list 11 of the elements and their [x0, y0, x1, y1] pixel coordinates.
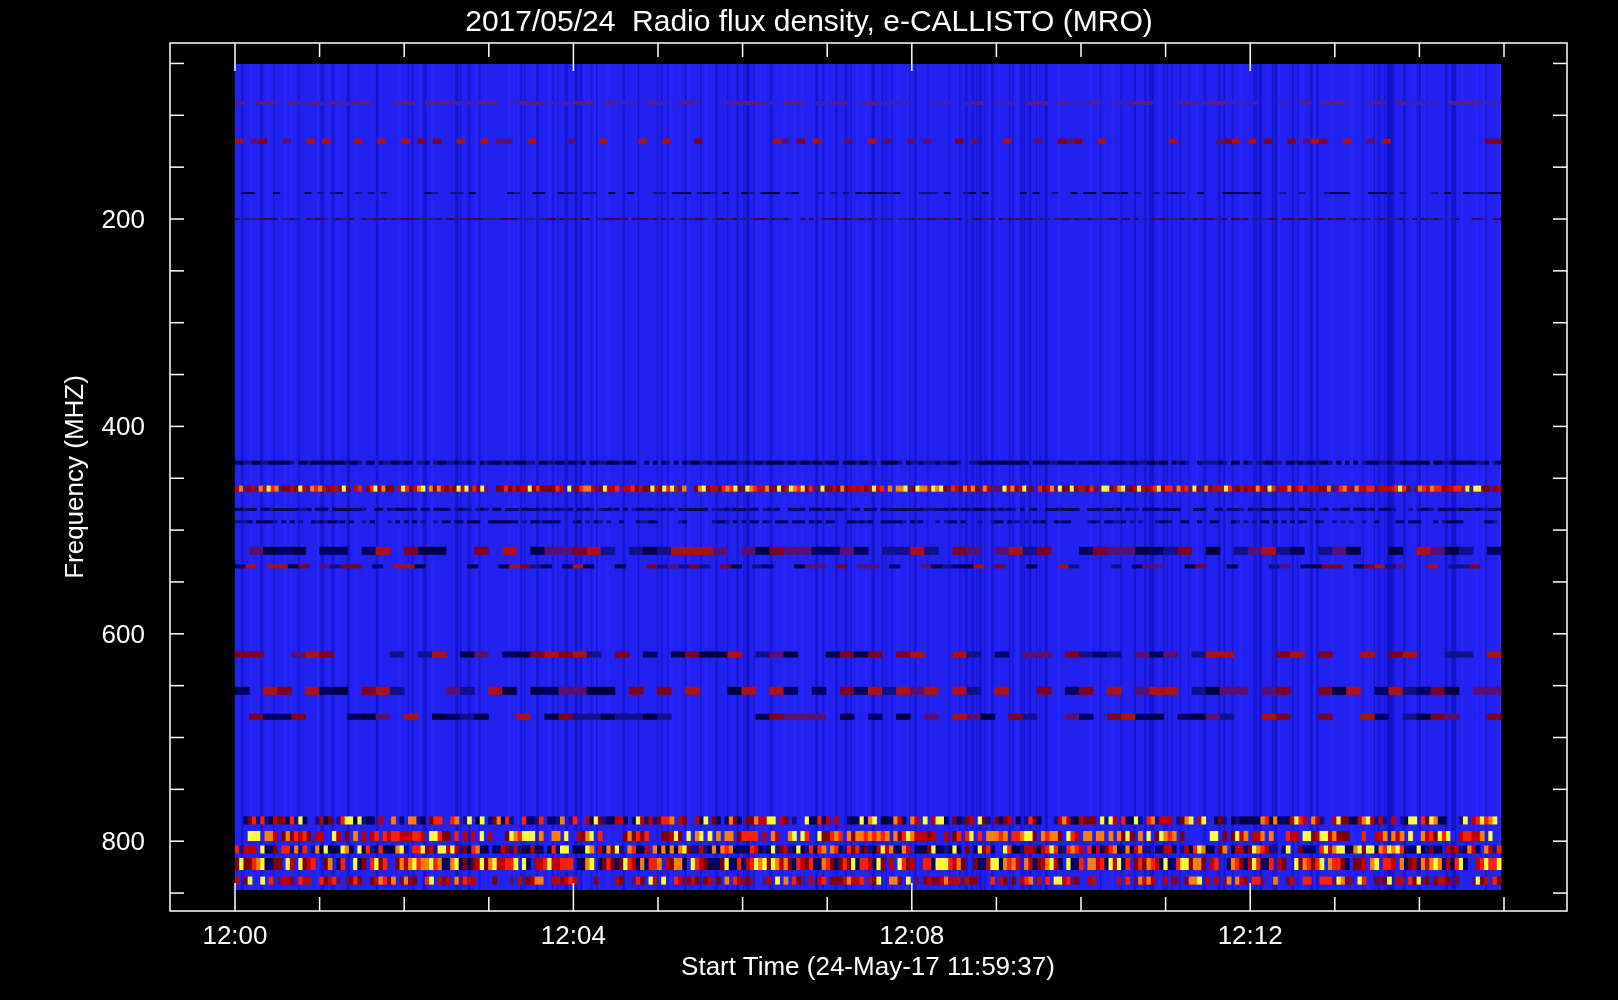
y-tick-label: 600 [101, 618, 145, 649]
x-tick-label: 12:04 [540, 920, 606, 950]
x-tick-label: 12:12 [1217, 920, 1283, 950]
x-tick-label: 12:00 [202, 920, 268, 950]
x-axis-label: Start Time (24-May-17 11:59:37) [681, 951, 1055, 981]
y-tick-label: 200 [101, 204, 145, 234]
chart-title: 2017/05/24 Radio flux density, e-CALLISTO (MRO) [465, 4, 1153, 37]
x-tick-label: 12:08 [879, 920, 945, 950]
y-axis-label: Frequency (MHZ) [59, 375, 89, 579]
y-tick-label: 400 [101, 411, 145, 442]
y-tick-label: 800 [101, 826, 145, 857]
